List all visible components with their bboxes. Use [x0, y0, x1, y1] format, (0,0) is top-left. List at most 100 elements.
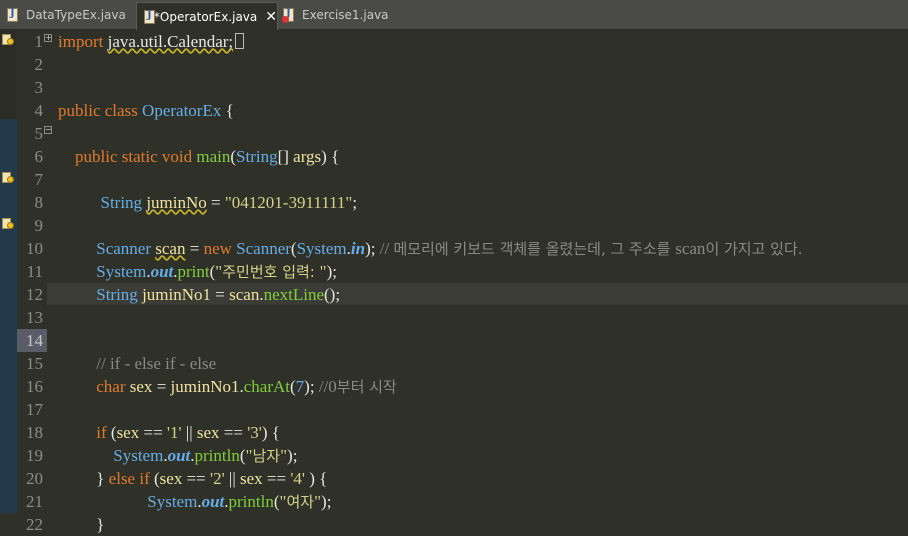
code-line[interactable]: } — [58, 513, 104, 536]
code-token: scan — [675, 239, 706, 258]
code-token: out — [167, 446, 191, 465]
code-token: [] — [277, 147, 294, 166]
tab-exercise1[interactable]: J Exercise1.java — [282, 0, 389, 30]
code-token: sex — [196, 423, 220, 442]
line-number: 4 — [34, 101, 44, 120]
code-token: = — [211, 285, 230, 304]
code-token: public static void — [58, 147, 197, 166]
code-token: = — [152, 377, 171, 396]
code-token: ; — [352, 193, 358, 212]
code-token: (); — [324, 285, 341, 304]
error-badge-icon — [282, 16, 289, 23]
code-token: public class — [58, 101, 143, 120]
code-token: ); — [321, 492, 332, 511]
code-line[interactable]: System.out.println("남자"); — [58, 444, 297, 468]
code-token: Scanner — [236, 239, 291, 258]
code-token: ); — [365, 239, 380, 258]
line-number: 6 — [34, 147, 44, 166]
line-number: 13 — [26, 308, 43, 327]
code-token: nextLine — [263, 285, 324, 304]
java-file-icon: J — [6, 7, 20, 23]
line-number: 1 — [34, 32, 44, 51]
code-token: main — [196, 147, 231, 166]
code-token: charAt — [243, 377, 290, 396]
code-token: "041201-3911111" — [224, 193, 353, 212]
code-token: out — [201, 492, 225, 511]
code-line[interactable]: String juminNo1 = scan.nextLine(); — [58, 283, 340, 306]
code-token: juminNo1 — [170, 377, 240, 396]
code-token: OperatorEx — [142, 101, 222, 120]
tab-datatypeex[interactable]: J DataTypeEx.java — [6, 0, 126, 30]
code-line[interactable]: public class OperatorEx { — [58, 99, 234, 122]
code-line[interactable]: String juminNo = "041201-3911111"; — [58, 191, 358, 214]
line-number: 3 — [34, 78, 44, 97]
code-token: println — [228, 492, 274, 511]
java-file-icon: J — [143, 9, 155, 25]
code-token: juminNo — [146, 193, 207, 212]
warning-bulb-icon[interactable] — [2, 218, 15, 231]
code-token: ); — [304, 377, 319, 396]
code-token: " — [314, 492, 322, 511]
code-token: sex — [159, 469, 183, 488]
line-number: 11 — [26, 262, 43, 281]
line-number: 18 — [26, 423, 43, 442]
fold-toggle-icon[interactable]: − — [44, 126, 52, 134]
code-line[interactable]: Scanner scan = new Scanner(System.in); /… — [58, 237, 803, 261]
code-token: || — [224, 469, 240, 488]
code-token: System — [58, 492, 198, 511]
code-token: ); — [326, 262, 337, 281]
code-line[interactable]: System.out.print("주민번호 입력: "); — [58, 260, 337, 284]
line-number: 22 — [26, 515, 43, 534]
warning-bulb-icon[interactable] — [2, 34, 15, 47]
code-token: sex — [116, 423, 140, 442]
code-token: args — [293, 147, 322, 166]
code-line[interactable]: if (sex == '1' || sex == '3') { — [58, 421, 280, 444]
code-token: juminNo1 — [142, 285, 212, 304]
code-token: String — [58, 193, 147, 212]
code-token: scan — [155, 239, 186, 258]
code-line[interactable]: System.out.println("여자"); — [58, 490, 331, 514]
code-line[interactable]: } else if (sex == '2' || sex == '4' ) { — [58, 467, 327, 490]
fold-toggle-icon[interactable]: + — [44, 34, 52, 42]
line-number: 19 — [26, 446, 43, 465]
line-number: 2 — [34, 55, 44, 74]
code-line[interactable]: public static void main(String[] args) { — [58, 145, 339, 168]
tab-label: Exercise1.java — [302, 8, 389, 22]
code-token: import — [58, 32, 108, 51]
tab-operatorex[interactable]: J *OperatorEx.java ✕ — [136, 2, 278, 30]
code-token: in — [350, 239, 366, 258]
code-token: String — [236, 147, 278, 166]
code-token: || — [181, 423, 197, 442]
code-line[interactable]: char sex = juminNo1.charAt(7); //0부터 시작 — [58, 375, 396, 399]
code-token: '4' — [290, 469, 305, 488]
code-token: '2' — [210, 469, 225, 488]
code-token: sex — [129, 377, 153, 396]
code-token: == — [139, 423, 167, 442]
code-token: sex — [239, 469, 263, 488]
code-token: == — [219, 423, 248, 442]
line-number: 20 — [26, 469, 43, 488]
code-token: String — [58, 285, 143, 304]
code-token: ); — [287, 446, 298, 465]
code-token: new — [203, 239, 237, 258]
code-token: 남자 — [252, 447, 281, 465]
code-token: = — [185, 239, 204, 258]
code-token: ) { — [304, 469, 328, 488]
tab-label: DataTypeEx.java — [26, 8, 126, 22]
code-token: out — [150, 262, 174, 281]
text-caret — [235, 33, 245, 49]
line-number: 7 — [34, 170, 44, 189]
line-number: 10 — [26, 239, 43, 258]
code-token: == — [182, 469, 211, 488]
code-token: System — [58, 262, 147, 281]
code-token: = — [206, 193, 225, 212]
editor-tab-bar: J DataTypeEx.java J *OperatorEx.java ✕ J… — [0, 0, 908, 30]
code-line[interactable]: // if - else if - else — [58, 352, 216, 375]
close-icon[interactable]: ✕ — [265, 9, 277, 25]
java-file-icon: J — [282, 7, 296, 23]
code-token: '3' — [247, 423, 262, 442]
code-token: 이 가지고 있다. — [705, 240, 803, 258]
warning-bulb-icon[interactable] — [2, 172, 15, 185]
code-line[interactable]: import java.util.Calendar; — [58, 30, 245, 53]
code-token: scan — [229, 285, 260, 304]
